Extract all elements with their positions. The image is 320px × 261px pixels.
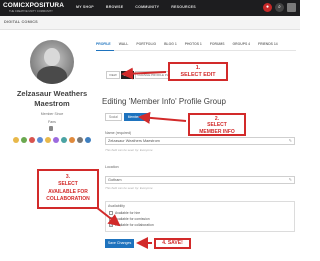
avatar-head [44,48,60,66]
name-label: Name (required) [105,131,132,135]
name-visibility-help: This field can be seen by: Everyone [105,148,153,152]
sub-bar: DIGITAL COMICS [0,16,300,30]
breadcrumb[interactable]: DIGITAL COMICS [4,20,38,24]
achievement-badge-icon[interactable] [45,137,51,143]
member-since: Member Since [40,112,64,116]
achievement-badge-icon[interactable] [85,137,91,143]
search-icon[interactable]: ⌕ [275,3,284,12]
view-button[interactable]: VIEW [106,71,120,79]
annotation-select-member-info: 2. SELECT MEMBER INFO [188,113,246,136]
fans-label: Fans [48,120,56,124]
nav-browse[interactable]: BROWSE [106,5,123,9]
availability-fieldset: Availability Available for hire Availabl… [105,201,295,232]
hire-checkbox[interactable] [109,211,113,215]
tab-wall[interactable]: WALL [119,42,129,50]
nav-resources[interactable]: RESOURCES [171,5,196,9]
nav-my-shop[interactable]: MY SHOP [76,5,94,9]
main-nav: MY SHOP BROWSE COMMUNITY RESOURCES [76,5,196,9]
achievement-badge-icon[interactable] [77,137,83,143]
page-title: Editing 'Member Info' Profile Group [102,97,226,106]
group-tab-social[interactable]: Social [105,113,122,121]
comission-label: Available for comission [115,217,150,221]
achievement-badge-icon[interactable] [69,137,75,143]
site-logo[interactable]: COMICXPOSITURA THE CREATIVE UNITY COMMUN… [3,2,73,14]
logo-tagline: THE CREATIVE UNITY COMMUNITY [9,10,53,13]
achievement-badge-icon[interactable] [53,137,59,143]
edit-pencil-icon: ✎ [288,177,292,182]
location-field[interactable]: Gotham ✎ [105,176,295,184]
account-avatar-icon[interactable] [287,3,296,12]
profile-avatar [30,40,74,84]
annotation-select-collaboration: 3. SELECT AVAILABLE FOR COLLABORATION [37,169,99,209]
fan-icon [49,126,53,131]
achievement-badge-icon[interactable] [29,137,35,143]
name-field[interactable]: Zelzasaur Weathers Maestrom ✎ [105,137,295,145]
logo-text: COMICXPOSITURA [3,2,64,9]
top-bar: COMICXPOSITURA THE CREATIVE UNITY COMMUN… [0,0,300,16]
tab-portfolio[interactable]: PORTFOLIO [136,42,156,50]
location-visibility-help: This field can be seen by: Everyone [105,186,153,190]
profile-tabs: PROFILE WALL PORTFOLIO BLOG 1 PHOTOS 1 F… [96,42,296,51]
tab-blog[interactable]: BLOG 1 [164,42,177,50]
location-value: Gotham [108,178,122,182]
availability-title: Availability [108,204,125,208]
user-icon[interactable]: ● [263,3,272,12]
avatar-body [37,66,67,84]
tab-groups[interactable]: GROUPS 4 [233,42,251,50]
group-tabs: Social Member Info [105,113,150,121]
achievement-badge-icon[interactable] [37,137,43,143]
profile-name: Zelzasaur Weathers Maestrom [16,89,88,108]
edit-pencil-icon: ✎ [288,138,292,143]
name-value: Zelzasaur Weathers Maestrom [108,139,160,143]
availability-option-hire[interactable]: Available for hire [109,211,140,215]
hire-label: Available for hire [115,211,141,215]
achievement-badge-icon[interactable] [13,137,19,143]
achievement-badge-icon[interactable] [21,137,27,143]
tab-photos[interactable]: PHOTOS 1 [185,42,202,50]
save-changes-button[interactable]: Save Changes [105,239,134,248]
nav-community[interactable]: COMMUNITY [135,5,159,9]
badges-row [13,137,91,143]
availability-option-comission[interactable]: Available for comission [109,217,150,221]
tab-forums[interactable]: FORUMS [210,42,225,50]
tab-friends[interactable]: FRIENDS 14 [258,42,278,50]
annotation-select-edit: 1. SELECT EDIT [168,62,228,81]
achievement-badge-icon[interactable] [61,137,67,143]
location-label: Location [105,165,119,169]
tab-profile[interactable]: PROFILE [96,42,111,50]
comission-checkbox[interactable] [109,217,113,221]
group-tab-member-info[interactable]: Member Info [123,113,150,121]
top-icons: ● ⌕ [263,3,296,12]
collaboration-label: Available for collaboration [115,223,154,227]
edit-button[interactable]: EDIT [120,71,134,79]
active-tab-indicator [96,50,114,51]
collaboration-checkbox[interactable]: ✓ [109,223,113,227]
availability-option-collaboration[interactable]: ✓ Available for collaboration [109,223,154,227]
annotation-save: 4. SAVE! [154,238,191,249]
